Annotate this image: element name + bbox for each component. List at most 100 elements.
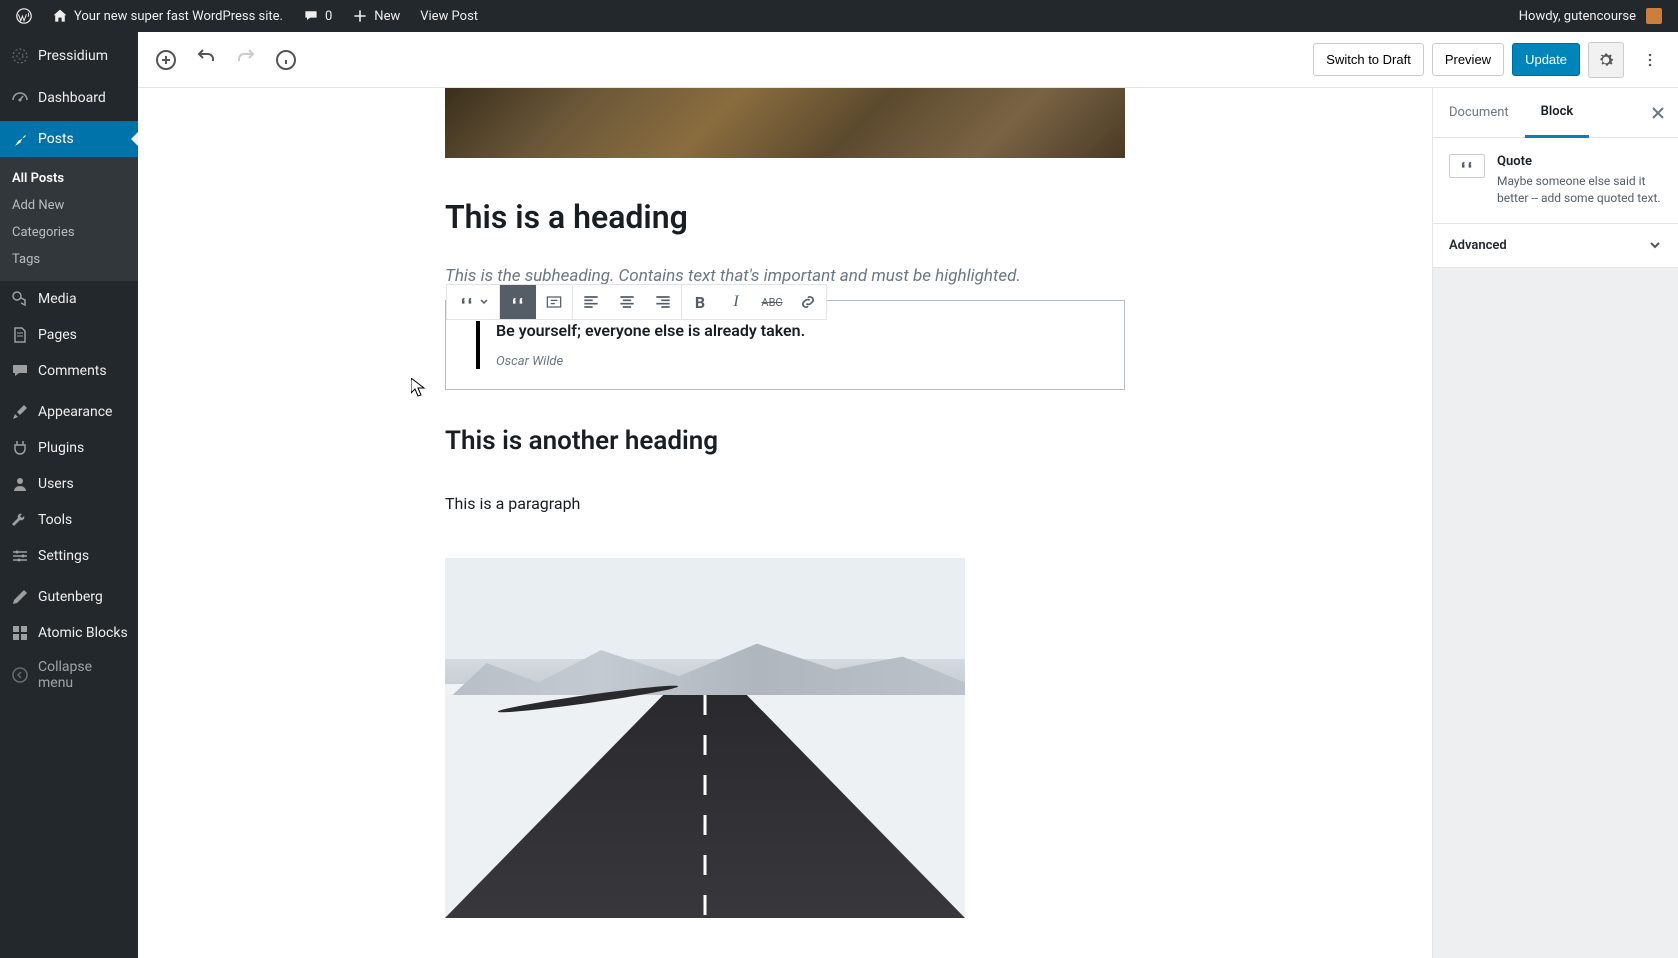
sidebar-sub-categories[interactable]: Categories [0,219,138,246]
inspector-tabs: Document Block [1433,88,1678,138]
sidebar-item-label: Dashboard [38,90,106,106]
more-options-button[interactable] [1632,42,1668,78]
adminbar-account[interactable]: Howdy, gutencourse [1511,0,1670,32]
sidebar-item-settings[interactable]: Settings [0,538,138,574]
link-icon [798,292,818,312]
quote-icon [457,292,477,312]
block-card-icon [1449,154,1485,178]
block-card-panel: Quote Maybe someone else said it better … [1433,138,1678,224]
sidebar-item-pages[interactable]: Pages [0,317,138,353]
close-icon [1650,105,1666,121]
sidebar-sub-add-new[interactable]: Add New [0,192,138,219]
sidebar-item-tools[interactable]: Tools [0,502,138,538]
switch-to-draft-button[interactable]: Switch to Draft [1313,43,1424,76]
more-vertical-icon [1640,50,1660,70]
preview-button[interactable]: Preview [1432,43,1504,76]
sidebar-item-collapse[interactable]: Collapse menu [0,651,138,699]
adminbar-howdy: Howdy, gutencourse [1519,9,1636,24]
wordpress-icon [16,8,32,24]
editor-canvas-scroll[interactable]: This is a heading This is the subheading… [138,88,1432,958]
editor-canvas: This is a heading This is the subheading… [445,88,1125,958]
inspector-close-button[interactable] [1638,88,1678,138]
brush-icon [10,402,30,422]
sidebar-item-gutenberg[interactable]: Gutenberg [0,579,138,615]
sidebar-item-label: Settings [38,548,89,564]
tab-block[interactable]: Block [1525,88,1590,138]
media-icon [10,289,30,309]
redo-button[interactable] [228,42,264,78]
dashboard-icon [10,88,30,108]
toolbar-align-center[interactable] [609,285,645,319]
sidebar-sub-tags[interactable]: Tags [0,246,138,273]
adminbar-new[interactable]: New [344,0,408,32]
plus-circle-icon [154,48,178,72]
adminbar-site[interactable]: Your new super fast WordPress site. [44,0,291,32]
sidebar-item-label: Collapse menu [38,659,128,691]
collapse-icon [10,665,30,685]
align-right-icon [653,292,673,312]
toolbar-block-type[interactable] [447,285,499,319]
settings-button[interactable] [1588,42,1624,78]
sidebar-item-appearance[interactable]: Appearance [0,394,138,430]
plus-icon [352,8,368,24]
adminbar-view-post[interactable]: View Post [412,0,486,32]
heading-block[interactable]: This is a heading [445,198,1125,236]
add-block-button[interactable] [148,42,184,78]
quote-text[interactable]: Be yourself; everyone else is already ta… [496,321,1094,340]
pencil-icon [10,587,30,607]
sidebar-item-comments[interactable]: Comments [0,353,138,389]
sidebar-item-label: Appearance [38,404,112,420]
sidebar-item-atomic-blocks[interactable]: Atomic Blocks [0,615,138,651]
toolbar-link[interactable] [790,285,826,319]
sidebar-item-label: Tools [38,512,72,528]
update-button[interactable]: Update [1512,43,1580,76]
sidebar-submenu-posts: All Posts Add New Categories Tags [0,157,138,281]
undo-button[interactable] [188,42,224,78]
sidebar-item-plugins[interactable]: Plugins [0,430,138,466]
quote-block-selected[interactable]: B I ABC Be yourself; everyone else is al… [445,300,1125,390]
adminbar-new-label: New [374,9,400,24]
sidebar-item-dashboard[interactable]: Dashboard [0,80,138,116]
image-block[interactable] [445,558,965,918]
toolbar-align-right[interactable] [645,285,681,319]
quote-citation[interactable]: Oscar Wilde [496,354,563,369]
heading-block-2[interactable]: This is another heading [445,426,1125,456]
toolbar-style-default[interactable] [500,285,536,319]
adminbar-comments-count: 0 [325,9,332,24]
quote-style-default-icon [508,292,528,312]
subheading-block[interactable]: This is the subheading. Contains text th… [445,266,1125,286]
home-icon [52,8,68,24]
inspector-advanced[interactable]: Advanced [1433,224,1678,268]
align-left-icon [581,292,601,312]
brand-icon [10,46,30,66]
adminbar-wordpress[interactable] [8,0,40,32]
pin-icon [10,129,30,149]
toolbar-italic[interactable]: I [718,285,754,319]
toolbar-align-left[interactable] [573,285,609,319]
adminbar-site-name: Your new super fast WordPress site. [74,9,283,24]
paragraph-block[interactable]: This is a paragraph [445,494,1125,513]
tab-document[interactable]: Document [1433,88,1525,138]
sidebar-item-label: Media [38,291,77,307]
toolbar-strikethrough[interactable]: ABC [754,285,790,319]
align-center-icon [617,292,637,312]
sidebar-item-label: Users [38,476,74,492]
adminbar-comments[interactable]: 0 [295,0,340,32]
toolbar-bold[interactable]: B [682,285,718,319]
sidebar-item-posts[interactable]: Posts [0,121,138,157]
content-info-button[interactable] [268,42,304,78]
toolbar-style-large[interactable] [536,285,572,319]
editor-header: Switch to Draft Preview Update [138,32,1678,88]
mouse-cursor [411,378,427,398]
sidebar-sub-all-posts[interactable]: All Posts [0,165,138,192]
sidebar-item-users[interactable]: Users [0,466,138,502]
sidebar-item-media[interactable]: Media [0,281,138,317]
sidebar-brand[interactable]: Pressidium [0,32,138,80]
hero-image-block[interactable] [445,88,1125,158]
gear-icon [1596,50,1616,70]
wrench-icon [10,510,30,530]
grid-icon [10,623,30,643]
quote-icon [1457,156,1477,176]
quote-content[interactable]: Be yourself; everyone else is already ta… [476,321,1094,369]
pages-icon [10,325,30,345]
